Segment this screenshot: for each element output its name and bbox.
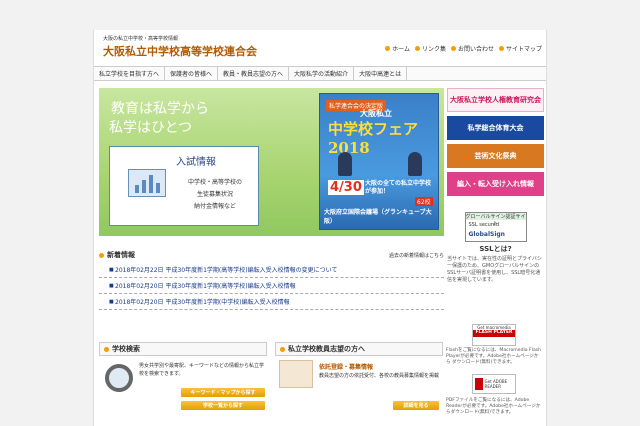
home-link[interactable]: ホーム [385,44,410,53]
ssl-seal-secured: SSL secured [468,222,500,228]
bullet-icon [450,46,456,51]
ssl-description: 当サイトでは、実在性の証明とプライバシー保護のため、GMOグローバルサインのSS… [447,256,542,283]
news-title: 新着情報 [107,251,135,259]
magnifier-icon [105,364,133,392]
contact-link-label: お問い合わせ [457,46,494,53]
school-search-head: 学校検索 [99,342,267,356]
site-header: 大阪の私立中学校・高等学校情報 大阪私立中学校高等学校連合会 ホーム リンク集 … [94,30,546,64]
school-fair-banner[interactable]: 私学連合会の決定版 大阪私立 中学校フェア2018 4/30 大阪の全ての私立中… [319,93,439,230]
teacher-subtitle: 依託登録・募集情報 [319,364,374,371]
flash-player-label: FLASH PLAYER [473,330,515,337]
sitemap-link[interactable]: サイトマップ [498,44,542,53]
nav-parents[interactable]: 保護者の皆様へ [165,67,219,80]
school-search-panel: 学校検索 男女共学別や最寄駅、キーワードなどの情報から私立学校を検索できます。 … [99,342,267,412]
exam-line-1: 中学校・高等学校の [187,179,242,186]
fair-venue: 大阪府立国際会議場（グランキューブ大阪） [324,209,432,225]
exam-heading: 入試情報 [176,157,216,168]
adobe-note: PDFファイルをご覧になるには、Adobe Readerが必要です。Adobe社… [446,398,541,415]
flash-player-badge[interactable]: Get macromedia FLASH PLAYER [472,324,516,346]
news-section: 新着情報 過去の新着情報はこちら 2018年02月22日 平成30年度新1学期(… [99,248,444,310]
nav-activities[interactable]: 大阪私学の活動紹介 [289,67,355,80]
bullet-icon [498,46,504,51]
writing-hand-image [279,360,313,388]
adobe-reader-badge[interactable]: Get ADOBE READER [472,374,516,394]
teacher-text: 教員志望の方の依託受付、各校の教員募集情報を掲載 [319,373,440,379]
keyword-map-button[interactable]: キーワード・マップから探す [181,388,265,397]
bullet-icon [414,46,420,51]
teacher-detail-button[interactable]: 詳細を見る [393,401,439,410]
banner-arts[interactable]: 芸術文化祭典 [447,144,544,168]
bullet-icon [99,252,104,258]
news-header: 新着情報 過去の新着情報はこちら [99,248,444,262]
teacher-head: 私立学校教員志望の方へ [275,342,443,356]
banner-transfer[interactable]: 編入・転入受け入れ情報 [447,172,544,196]
student-figure [408,152,422,176]
adobe-label: Get ADOBE READER [484,379,508,389]
ssl-title[interactable]: SSLとは? [447,244,544,254]
bullet-icon [104,346,109,352]
school-search-title: 学校検索 [112,345,140,353]
bullet-icon [385,46,391,51]
fair-date: 4/30 [328,180,364,195]
exam-info-box[interactable]: 入試情報 中学校・高等学校の 生徒募集状況 納付金情報など [109,146,259,226]
hero-line-2: 私学はひとつ [109,120,193,136]
school-list-button[interactable]: 学校一覧から探す [181,401,265,410]
sitemap-link-label: サイトマップ [505,46,542,53]
globalsign-logo: GlobalSign [468,231,505,238]
news-item[interactable]: 2018年02月20日 平成30年度新1学期(中学校)編転入受入校情報 [99,294,444,310]
ssl-seal-top: グローバルサイン認証サイト [465,213,526,227]
contact-link[interactable]: お問い合わせ [450,44,494,53]
news-item[interactable]: 2018年02月22日 平成30年度新1学期(高等学校)編転入受入校情報の変更に… [99,262,444,278]
past-news-link[interactable]: 過去の新着情報はこちら [389,252,444,259]
adobe-icon [475,378,483,390]
main-nav: 私立学校を目指す方へ 保護者の皆様へ 教員・教員志望の方へ 大阪私学の活動紹介 … [94,66,546,81]
nav-teachers[interactable]: 教員・教員志望の方へ [218,67,290,80]
teacher-title: 私立学校教員志望の方へ [288,345,365,353]
ssl-section: グローバルサイン認証サイト SSL secured GlobalSign SSL… [447,212,544,283]
flash-note: Flashをご覧になるには、Macromedia Flash Playerが必要… [446,348,542,365]
bullet-icon [280,346,285,352]
teacher-panel: 私立学校教員志望の方へ 依託登録・募集情報 教員志望の方の依託受付、各校の教員募… [275,342,443,412]
nav-about[interactable]: 大阪中高連とは [354,67,408,80]
ssl-seal[interactable]: グローバルサイン認証サイト SSL secured GlobalSign [464,212,527,242]
book-chart-icon [128,169,166,197]
fair-all-schools: 大阪の全ての私立中学校が参加！ [365,180,432,195]
banner-human-rights[interactable]: 大阪私立学校人権教育研究会 [447,88,544,112]
page-container: 大阪の私立中学校・高等学校情報 大阪私立中学校高等学校連合会 ホーム リンク集 … [93,30,547,426]
news-item[interactable]: 2018年02月20日 平成30年度新1学期(高等学校)編転入受入校情報 [99,278,444,294]
exam-line-2: 生徒募集状況 [196,191,233,198]
links-link-label: リンク集 [421,46,446,53]
hero-banner: 教育は私学から 私学はひとつ 入試情報 中学校・高等学校の 生徒募集状況 納付金… [99,88,444,236]
home-link-label: ホーム [392,46,410,53]
site-title[interactable]: 大阪私立中学校高等学校連合会 [103,43,257,59]
hero-line-1: 教育は私学から [111,101,209,117]
banner-sports[interactable]: 私学総合体育大会 [447,116,544,140]
links-link[interactable]: リンク集 [414,44,446,53]
fair-count: 62校 [415,197,433,206]
site-tagline: 大阪の私立中学校・高等学校情報 [103,36,179,42]
student-figure [338,152,352,176]
top-links: ホーム リンク集 お問い合わせ サイトマップ [385,44,542,53]
nav-students[interactable]: 私立学校を目指す方へ [94,67,166,80]
sidebar-banners: 大阪私立学校人権教育研究会 私学総合体育大会 芸術文化祭典 編入・転入受け入れ情… [447,88,544,200]
school-search-text: 男女共学別や最寄駅、キーワードなどの情報から私立学校を検索できます。 [139,363,265,377]
exam-line-3: 納付金情報など [193,203,236,210]
news-title-wrap: 新着情報 [99,250,135,260]
